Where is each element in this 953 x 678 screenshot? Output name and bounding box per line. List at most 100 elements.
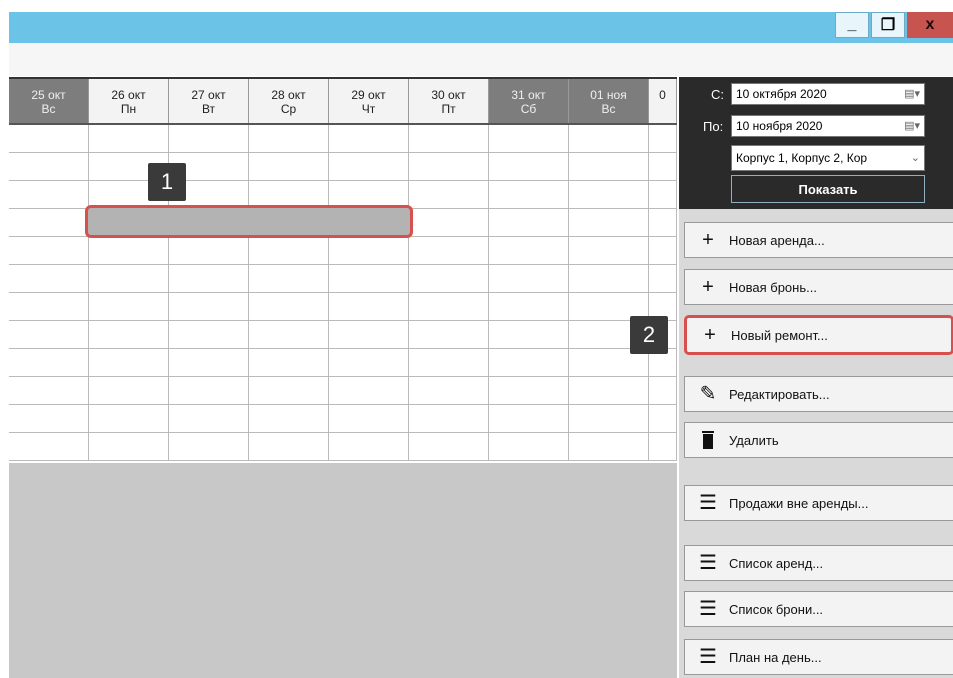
calendar-cell[interactable] [329,125,409,153]
calendar-cell[interactable] [89,405,169,433]
calendar-cell[interactable] [249,377,329,405]
calendar-cell[interactable] [89,265,169,293]
day-header[interactable]: 25 окт Вс [9,79,89,123]
calendar-cell[interactable] [649,209,677,237]
calendar-cell[interactable] [249,265,329,293]
calendar-cell[interactable] [9,237,89,265]
calendar-cell[interactable] [569,209,649,237]
sales-outside-rental-button[interactable]: ☰ Продажи вне аренды... [684,485,953,521]
calendar-cell[interactable] [249,321,329,349]
calendar-cell[interactable] [489,237,569,265]
maximize-button[interactable]: ❐ [871,12,905,38]
calendar-cell[interactable] [489,209,569,237]
calendar-cell[interactable] [249,405,329,433]
calendar-cell[interactable] [9,125,89,153]
calendar-cell[interactable] [489,265,569,293]
to-date-picker[interactable]: 10 ноября 2020 ▤▾ [731,115,925,137]
calendar-cell[interactable] [569,237,649,265]
calendar-cell[interactable] [329,237,409,265]
calendar-cell[interactable] [329,377,409,405]
minimize-button[interactable]: _ [835,12,869,38]
calendar-cell[interactable] [329,265,409,293]
calendar-cell[interactable] [9,405,89,433]
calendar-cell[interactable] [169,321,249,349]
calendar-grid[interactable] [9,125,677,461]
calendar-cell[interactable] [489,125,569,153]
calendar-cell[interactable] [569,405,649,433]
calendar-cell[interactable] [649,433,677,461]
calendar-cell[interactable] [409,125,489,153]
calendar-cell[interactable] [489,293,569,321]
calendar-cell[interactable] [329,293,409,321]
calendar-cell[interactable] [489,405,569,433]
calendar-cell[interactable] [89,125,169,153]
calendar-cell[interactable] [329,153,409,181]
calendar-row[interactable] [9,321,677,349]
calendar-cell[interactable] [9,209,89,237]
calendar-cell[interactable] [169,433,249,461]
calendar-cell[interactable] [409,153,489,181]
calendar-row[interactable] [9,405,677,433]
calendar-cell[interactable] [169,293,249,321]
day-header[interactable]: 0 [649,79,677,123]
calendar-cell[interactable] [249,349,329,377]
calendar-row[interactable] [9,433,677,461]
calendar-cell[interactable] [9,293,89,321]
calendar-row[interactable] [9,265,677,293]
day-header[interactable]: 28 окт Ср [249,79,329,123]
new-repair-button[interactable]: + Новый ремонт... [684,315,953,355]
calendar-cell[interactable] [89,349,169,377]
close-button[interactable]: x [907,12,953,38]
day-header[interactable]: 01 ноя Вс [569,79,649,123]
calendar-cell[interactable] [249,237,329,265]
delete-button[interactable]: Удалить [684,422,953,458]
calendar-cell[interactable] [409,405,489,433]
calendar-cell[interactable] [569,153,649,181]
calendar-cell[interactable] [649,377,677,405]
calendar-cell[interactable] [569,433,649,461]
calendar-dropdown-icon[interactable]: ▤▾ [904,119,920,132]
selected-booking-bar[interactable] [85,205,413,238]
calendar-row[interactable] [9,377,677,405]
calendar-cell[interactable] [249,153,329,181]
calendar-cell[interactable] [249,125,329,153]
calendar-cell[interactable] [89,237,169,265]
day-header[interactable]: 26 окт Пн [89,79,169,123]
calendar-row[interactable] [9,237,677,265]
calendar-cell[interactable] [649,125,677,153]
calendar-cell[interactable] [409,181,489,209]
show-button[interactable]: Показать [731,175,925,203]
day-header[interactable]: 27 окт Вт [169,79,249,123]
calendar-cell[interactable] [489,321,569,349]
calendar-cell[interactable] [409,209,489,237]
calendar-row[interactable] [9,153,677,181]
calendar-cell[interactable] [569,265,649,293]
from-date-picker[interactable]: 10 октября 2020 ▤▾ [731,83,925,105]
calendar-cell[interactable] [649,237,677,265]
calendar-cell[interactable] [489,181,569,209]
calendar-cell[interactable] [409,433,489,461]
calendar-cell[interactable] [9,433,89,461]
calendar-cell[interactable] [9,265,89,293]
calendar-cell[interactable] [489,377,569,405]
calendar-cell[interactable] [409,265,489,293]
calendar-cell[interactable] [489,433,569,461]
calendar-row[interactable] [9,293,677,321]
calendar-cell[interactable] [329,321,409,349]
calendar-cell[interactable] [249,433,329,461]
day-plan-button[interactable]: ☰ План на день... [684,639,953,675]
calendar-cell[interactable] [649,405,677,433]
calendar-cell[interactable] [489,349,569,377]
calendar-cell[interactable] [9,377,89,405]
calendar-dropdown-icon[interactable]: ▤▾ [904,87,920,100]
calendar-cell[interactable] [89,321,169,349]
calendar-cell[interactable] [569,125,649,153]
calendar-cell[interactable] [409,377,489,405]
calendar-cell[interactable] [169,405,249,433]
calendar-cell[interactable] [89,377,169,405]
new-rental-button[interactable]: + Новая аренда... [684,222,953,258]
new-reservation-button[interactable]: + Новая бронь... [684,269,953,305]
calendar-cell[interactable] [329,405,409,433]
buildings-select[interactable]: Корпус 1, Корпус 2, Кор ⌄ [731,145,925,171]
calendar-cell[interactable] [329,349,409,377]
